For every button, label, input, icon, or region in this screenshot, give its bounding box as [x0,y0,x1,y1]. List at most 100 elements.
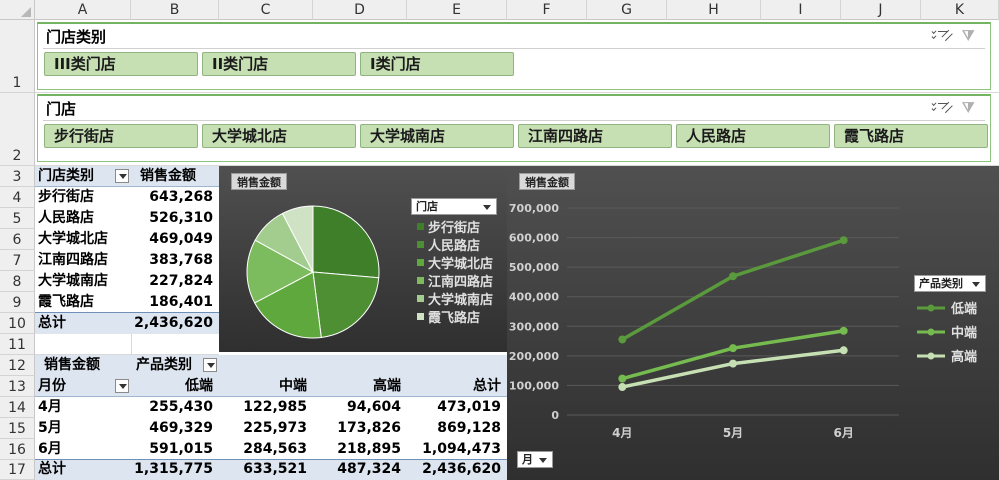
slicer-item-xiafeilu[interactable]: 霞飞路店 [834,124,988,148]
pivot2-cell[interactable]: 255,430 [131,397,213,418]
data-point[interactable] [618,383,627,392]
pivot1-row-value[interactable]: 383,768 [131,250,213,271]
data-point[interactable] [839,326,848,335]
row-header-16[interactable]: 16 [0,439,35,460]
data-point[interactable] [729,359,737,368]
pivot2-row-filter-dropdown[interactable] [115,379,129,393]
pivot2-cell[interactable]: 122,985 [219,397,307,418]
slicer-item-daxuecheng-bei[interactable]: 大学城北店 [202,124,356,148]
line-chart[interactable]: 销售金额 0 100,000 200,000 300,000 400,000 500,00… [507,166,999,480]
pivot2-total-cell[interactable]: 487,324 [313,459,401,480]
slicer-item-jiangnan[interactable]: 江南四路店 [518,124,672,148]
pivot2-col-header: 中端 [279,378,307,394]
column-header-i[interactable]: I [761,0,841,20]
column-header-b[interactable]: B [131,0,219,20]
pivot2-cell[interactable]: 94,604 [313,397,401,418]
column-header-k[interactable]: K [921,0,999,20]
y-tick-label: 500,000 [509,261,559,274]
slicer-item-iii-store[interactable]: III类门店 [44,52,198,76]
pie-legend-filter-button[interactable]: 门店 [411,198,497,215]
slicer-store-category[interactable]: 门店类别 ⧩ III类门店 II类门店 I类门店 [37,22,991,90]
pivot2-cell[interactable]: 473,019 [407,397,501,418]
clear-filter-icon[interactable]: ⧩ [962,28,975,44]
column-header-e[interactable]: E [407,0,507,20]
pivot2-cell[interactable]: 1,094,473 [407,439,501,460]
data-point[interactable] [839,346,848,355]
pivot1-row-label[interactable]: 江南四路店 [38,250,130,271]
row-header-8[interactable]: 8 [0,271,35,292]
line-axis-field-button[interactable]: 月 [517,451,553,468]
row-header-2[interactable]: 2 [0,93,35,166]
row-header-1[interactable]: 1 [0,20,35,93]
pie-slice-0[interactable] [312,205,380,279]
row-header-7[interactable]: 7 [0,250,35,271]
slicer-item-daxuecheng-nan[interactable]: 大学城南店 [360,124,514,148]
pivot2-cell[interactable]: 173,826 [313,418,401,439]
row-header-4[interactable]: 4 [0,187,35,208]
row-header-12[interactable]: 12 [0,355,35,376]
pivot1-total-value[interactable]: 2,436,620 [131,313,213,334]
multi-select-icon[interactable] [931,101,953,115]
line-legend-filter-button[interactable]: 产品类别 [914,275,986,292]
data-point[interactable] [729,272,737,281]
row-header-14[interactable]: 14 [0,397,35,418]
pivot2-column-filter-dropdown[interactable] [203,358,217,372]
pivot2-row-label[interactable]: 6月 [38,439,128,460]
pivot1-row-value[interactable]: 526,310 [131,208,213,229]
pivot2-row-label[interactable]: 5月 [38,418,128,439]
row-header-13[interactable]: 13 [0,376,35,397]
pivot1-row-label[interactable]: 步行街店 [38,187,130,208]
pivot2-cell[interactable]: 225,973 [219,418,307,439]
pivot1-row-label[interactable]: 霞飞路店 [38,292,130,313]
pivot2-cell[interactable]: 869,128 [407,418,501,439]
pivot1-row-label[interactable]: 大学城北店 [38,229,130,250]
row-header-9[interactable]: 9 [0,292,35,313]
row-header-3[interactable]: 3 [0,166,35,187]
select-all-corner[interactable] [0,0,35,20]
row-header-5[interactable]: 5 [0,208,35,229]
pivot1-row-value[interactable]: 469,049 [131,229,213,250]
data-point[interactable] [729,344,737,353]
column-header-d[interactable]: D [313,0,407,20]
pivot2-cell[interactable]: 469,329 [131,418,213,439]
multi-select-icon[interactable] [931,29,953,43]
row-header-6[interactable]: 6 [0,229,35,250]
pivot2-cell[interactable]: 218,895 [313,439,401,460]
data-point[interactable] [618,374,627,383]
column-header-f[interactable]: F [507,0,587,20]
pivot2-total-cell[interactable]: 1,315,775 [131,459,213,480]
slicer-item-renminlu[interactable]: 人民路店 [676,124,830,148]
slicer-store[interactable]: 门店 ⧩ 步行街店 大学城北店 大学城南店 江南四路店 人民路店 霞飞路店 [37,94,991,162]
pivot1-row-label[interactable]: 人民路店 [38,208,130,229]
row-header-17[interactable]: 17 [0,460,35,480]
column-header-c[interactable]: C [219,0,313,20]
row-header-15[interactable]: 15 [0,418,35,439]
data-point[interactable] [618,335,627,344]
pivot1-sort-filter-dropdown[interactable] [115,169,129,183]
slicer-item-ii-store[interactable]: II类门店 [202,52,356,76]
slicer-item-buxingjie[interactable]: 步行街店 [44,124,198,148]
legend-swatch [417,313,424,320]
row-header-11[interactable]: 11 [0,334,35,355]
pie-chart[interactable]: 销售金额 门店 步行街店 人民路店 大学城北店 江南四路店 大学城南店 霞飞路店 [219,166,507,352]
pivot1-row-label[interactable]: 大学城南店 [38,271,130,292]
pivot2-row-label[interactable]: 4月 [38,397,128,418]
pivot2-total-cell[interactable]: 633,521 [219,459,307,480]
column-header-bar: A B C D E F G H I J K [0,0,999,20]
clear-filter-icon[interactable]: ⧩ [962,100,975,116]
column-header-h[interactable]: H [667,0,761,20]
pivot1-row-value[interactable]: 643,268 [131,187,213,208]
pivot1-row-value[interactable]: 186,401 [131,292,213,313]
column-header-g[interactable]: G [587,0,667,20]
pivot1-row-value[interactable]: 227,824 [131,271,213,292]
pivot2-cell[interactable]: 284,563 [219,439,307,460]
pivot2-total-cell[interactable]: 2,436,620 [407,459,501,480]
column-header-a[interactable]: A [35,0,131,20]
data-point[interactable] [839,236,848,245]
slicer-item-i-store[interactable]: I类门店 [360,52,514,76]
row-header-10[interactable]: 10 [0,313,35,334]
legend-marker [927,328,935,336]
pie-slice-1[interactable] [312,271,380,339]
column-header-j[interactable]: J [841,0,921,20]
pivot2-cell[interactable]: 591,015 [131,439,213,460]
